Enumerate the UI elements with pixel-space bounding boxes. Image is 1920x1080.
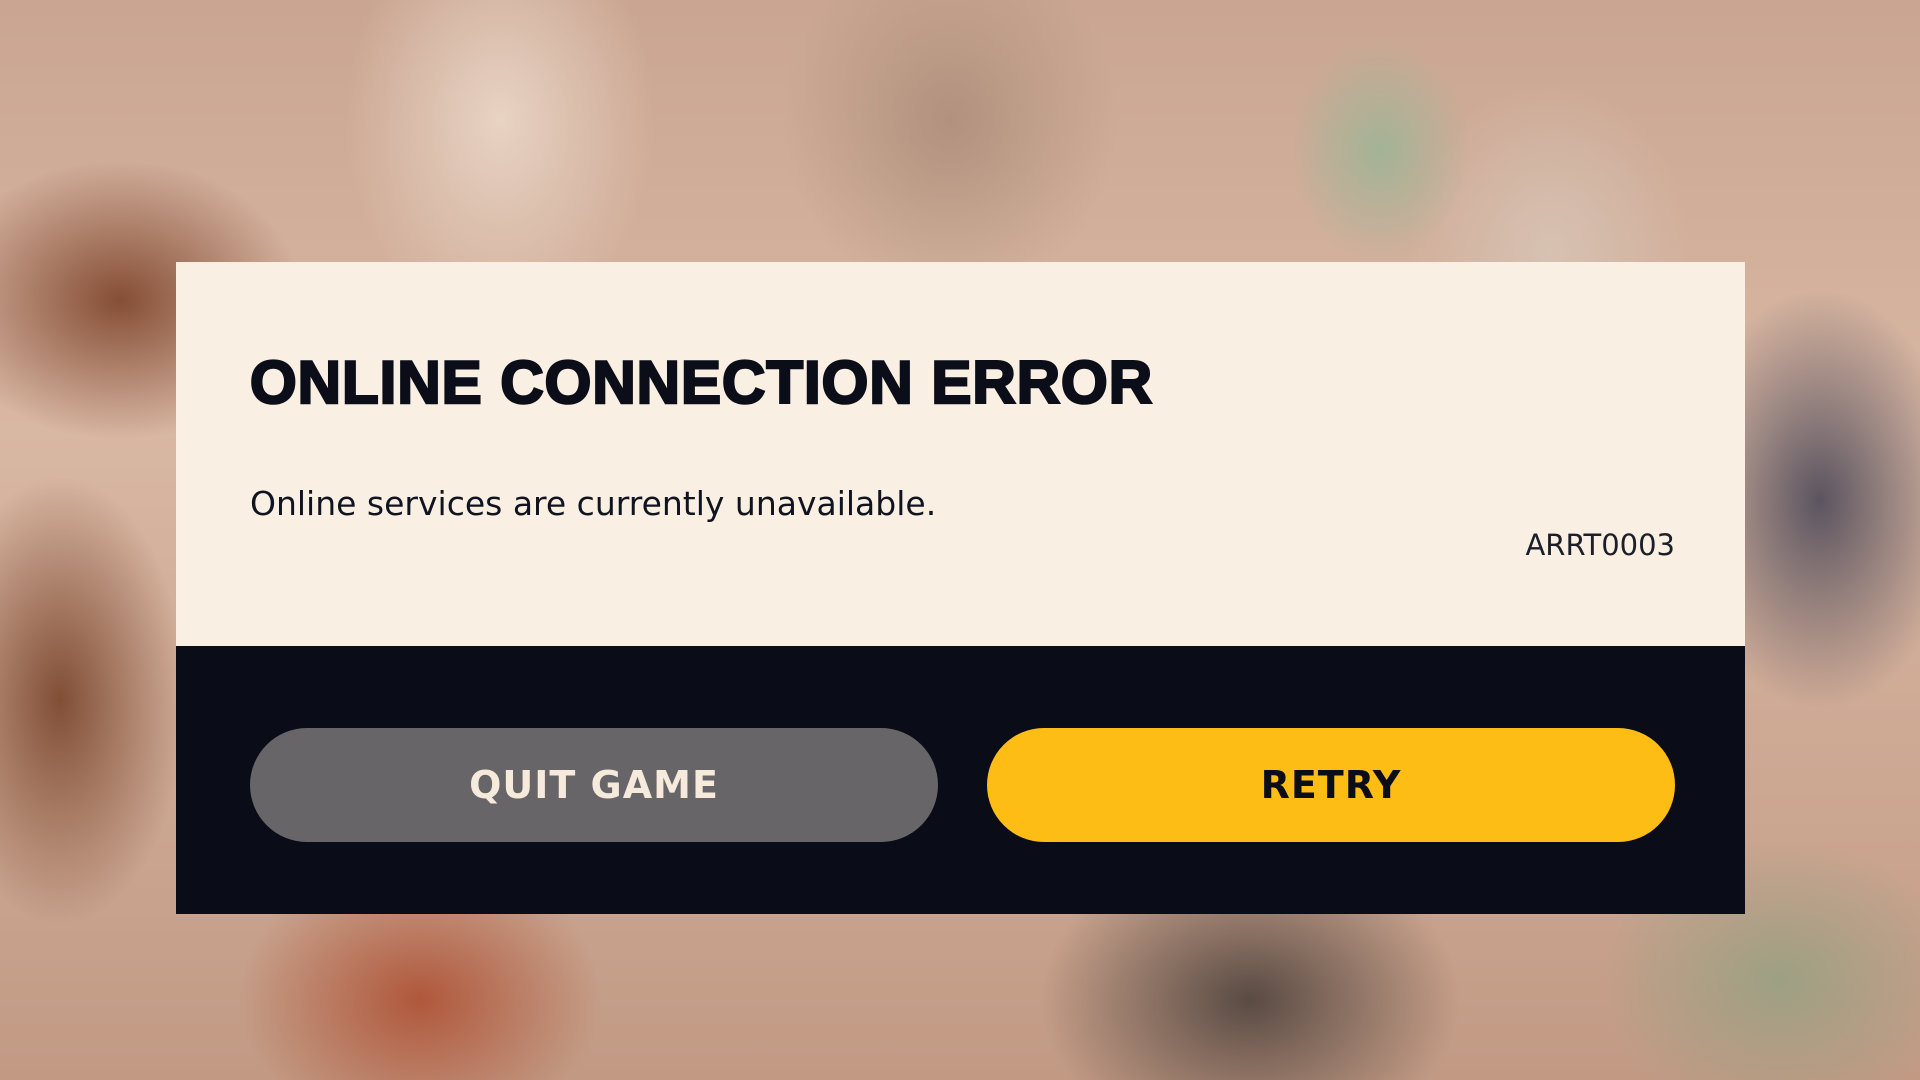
error-code: ARRT0003 [1525,528,1675,562]
dialog-title: ONLINE CONNECTION ERROR [249,348,1154,418]
error-dialog: ONLINE CONNECTION ERROR Online services … [176,262,1745,914]
dialog-button-bar: QUIT GAME RETRY [176,646,1745,914]
dialog-content-panel: ONLINE CONNECTION ERROR Online services … [176,262,1745,646]
quit-game-button[interactable]: QUIT GAME [250,728,938,842]
dialog-message: Online services are currently unavailabl… [250,484,937,523]
retry-button[interactable]: RETRY [987,728,1675,842]
